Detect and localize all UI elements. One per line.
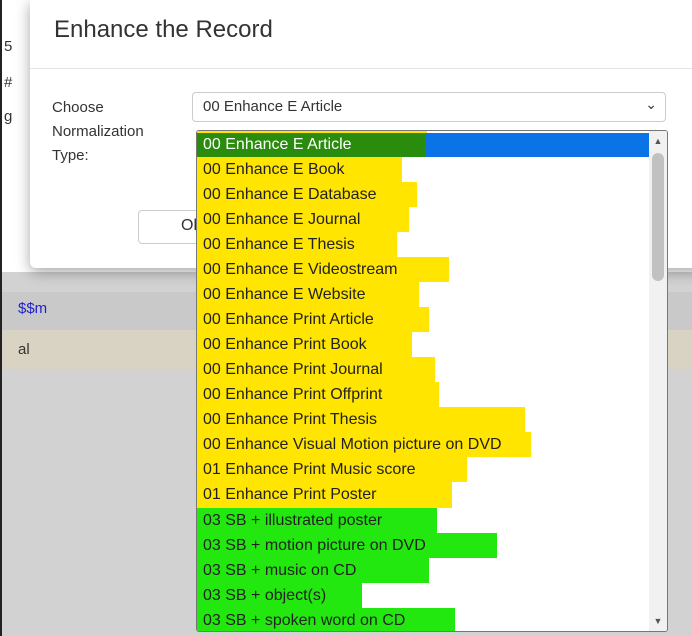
window-edge: [0, 0, 2, 636]
dropdown-option[interactable]: 00 Enhance E Website: [197, 282, 365, 307]
dropdown-option[interactable]: 00 Enhance Print Article: [197, 307, 374, 332]
select-value: 00 Enhance E Article: [203, 98, 343, 115]
dropdown-option[interactable]: 01 Enhance Print Music score: [197, 457, 416, 482]
dropdown-option[interactable]: 01 Enhance Print Poster: [197, 482, 376, 507]
dropdown-option[interactable]: 00 Enhance E Book: [197, 157, 344, 182]
normalization-type-select[interactable]: 00 Enhance E Article ⌄: [192, 92, 666, 122]
background-text-fragment: g: [4, 108, 13, 125]
dropdown-option[interactable]: 00 Enhance E Videostream: [197, 257, 398, 282]
dropdown-option[interactable]: 03 SB + music on CD: [197, 558, 356, 583]
scroll-up-arrow-icon[interactable]: ▲: [649, 133, 667, 149]
dropdown-option[interactable]: 00 Enhance E Database: [197, 182, 376, 207]
scroll-down-arrow-icon[interactable]: ▼: [649, 613, 667, 629]
background-text-fragment: 5: [4, 38, 13, 55]
label-line: Normalization: [52, 123, 144, 140]
normalization-type-label: Choose Normalization Type:: [52, 96, 182, 168]
scroll-thumb[interactable]: [652, 153, 664, 281]
background-text: al: [18, 341, 30, 358]
dropdown-option[interactable]: 00 Enhance E Thesis: [197, 232, 355, 257]
dropdown-scrollbar[interactable]: ▲ ▼: [649, 131, 667, 631]
dropdown-option[interactable]: 00 Enhance E Journal: [197, 207, 360, 232]
dropdown-option[interactable]: 00 Enhance Print Journal: [197, 357, 383, 382]
dropdown-option[interactable]: 00 Enhance Print Thesis: [197, 407, 377, 432]
dropdown-option[interactable]: 00 Enhance Visual Motion picture on DVD: [197, 432, 502, 457]
dropdown-option[interactable]: 03 SB + object(s): [197, 583, 326, 608]
dropdown-option[interactable]: 03 SB + spoken word on CD: [197, 608, 405, 631]
background-text-fragment: #: [4, 74, 13, 91]
label-line: Type:: [52, 147, 89, 164]
dropdown-option[interactable]: 00 Enhance Print Book: [197, 332, 367, 357]
background-link[interactable]: $$m: [18, 300, 47, 317]
label-line: Choose: [52, 99, 104, 116]
dropdown-option[interactable]: 03 SB + illustrated poster: [197, 508, 382, 533]
dropdown-option[interactable]: 03 SB + motion picture on DVD: [197, 533, 426, 558]
chevron-down-icon: ⌄: [645, 96, 657, 112]
dropdown-option[interactable]: 00 Enhance Print Offprint: [197, 382, 382, 407]
modal-header: Enhance the Record: [30, 0, 692, 69]
dropdown-option[interactable]: 00 Enhance E Article: [197, 132, 352, 157]
modal-title: Enhance the Record: [54, 16, 273, 43]
normalization-type-dropdown: 00 Enhance E Article 00 Enhance E Book 0…: [196, 130, 668, 632]
